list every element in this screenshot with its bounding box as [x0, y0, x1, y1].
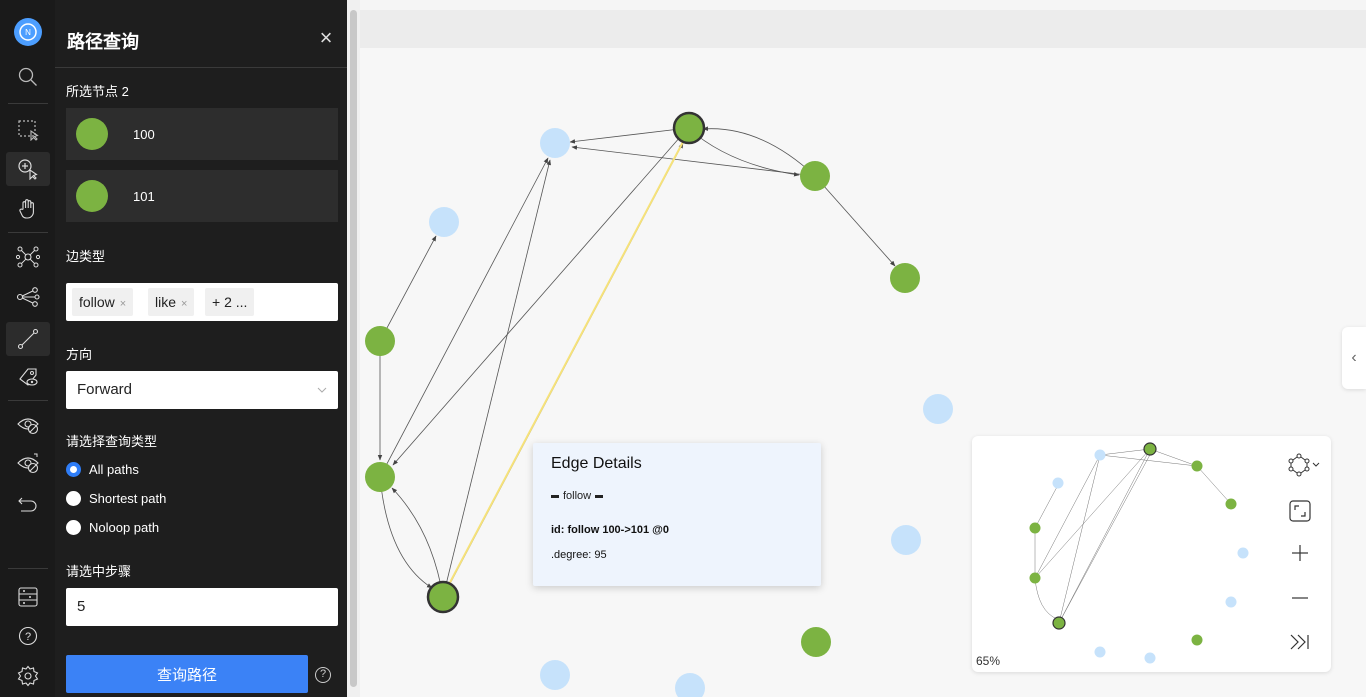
- edge-line-icon: [595, 494, 604, 498]
- edge-details-tooltip: Edge Details follow id: follow 100->101 …: [533, 443, 821, 586]
- tooltip-edge-type: follow: [551, 490, 604, 502]
- graph-node[interactable]: [675, 673, 705, 697]
- graph-node[interactable]: [365, 462, 395, 492]
- zoom-out-icon[interactable]: [1284, 582, 1316, 614]
- graph-edge[interactable]: [392, 127, 689, 466]
- selected-graph-node[interactable]: [672, 111, 706, 145]
- zoom-level: 65%: [976, 654, 1001, 668]
- graph-node[interactable]: [540, 128, 570, 158]
- chevron-left-icon[interactable]: ‹: [1342, 327, 1366, 389]
- tooltip-edge-id: id: follow 100->101 @0: [551, 524, 670, 536]
- graph-edge[interactable]: [379, 157, 549, 478]
- graph-node[interactable]: [891, 525, 921, 555]
- graph-edge[interactable]: [391, 487, 444, 598]
- graph-node[interactable]: [365, 326, 395, 356]
- graph-edge[interactable]: [814, 175, 896, 267]
- graph-edge[interactable]: [379, 235, 437, 342]
- layout-icon[interactable]: [1284, 449, 1324, 481]
- graph-node[interactable]: [801, 627, 831, 657]
- graph-node[interactable]: [429, 207, 459, 237]
- zoom-in-icon[interactable]: [1284, 537, 1316, 569]
- graph-node[interactable]: [540, 660, 570, 690]
- graph-node[interactable]: [923, 394, 953, 424]
- graph-node[interactable]: [890, 263, 920, 293]
- minimap[interactable]: 65%: [972, 436, 1331, 672]
- edge-type-text: follow: [563, 490, 592, 502]
- graph-edge[interactable]: [687, 127, 800, 177]
- graph-edge[interactable]: [702, 126, 816, 177]
- tooltip-title: Edge Details: [551, 455, 642, 472]
- expand-icon[interactable]: [1284, 626, 1316, 658]
- graph-node[interactable]: [800, 161, 830, 191]
- tooltip-edge-degree: .degree: 95: [551, 549, 607, 561]
- fit-icon[interactable]: [1284, 495, 1316, 527]
- selected-graph-node[interactable]: [426, 580, 460, 614]
- graph-edge[interactable]: [569, 127, 689, 144]
- edge-line-icon: [551, 494, 559, 498]
- minimap-graph: [1029, 442, 1249, 664]
- graph-edge[interactable]: [379, 476, 433, 589]
